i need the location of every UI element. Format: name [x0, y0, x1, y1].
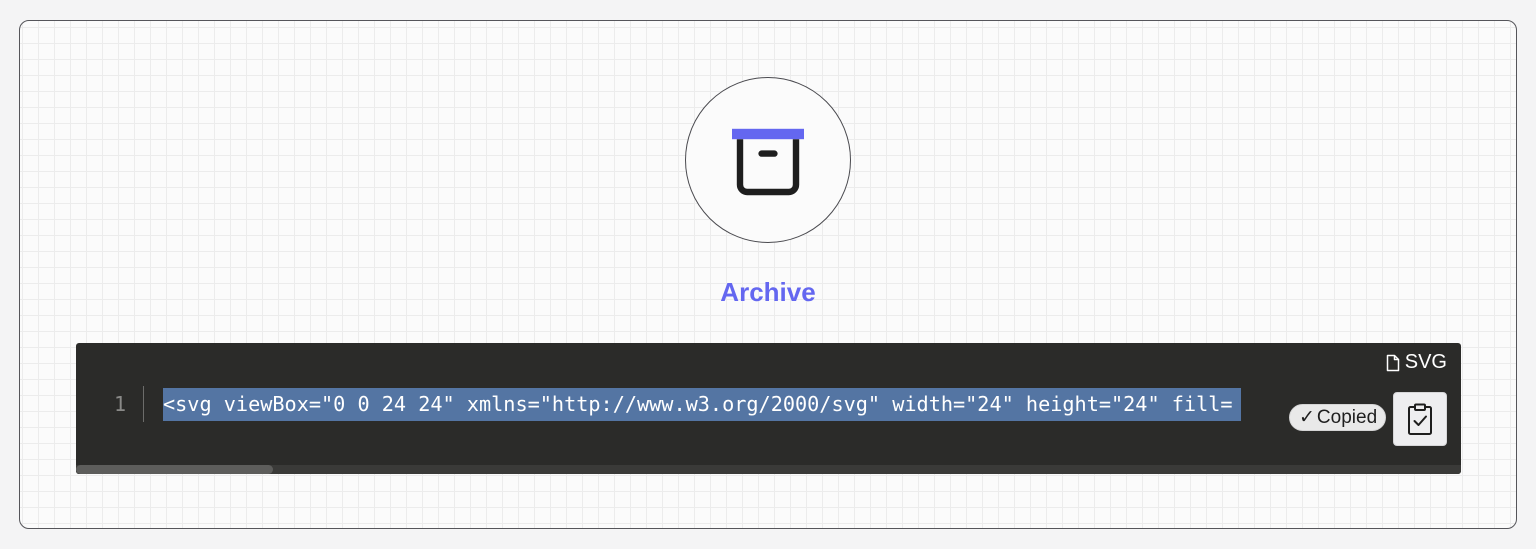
- language-label-text: SVG: [1404, 351, 1447, 373]
- clipboard-check-icon: [1408, 403, 1432, 435]
- archive-icon: [732, 128, 804, 196]
- icon-preview-card: Archive SVG 1 <svg viewBox="0 0 24 24" x…: [19, 20, 1517, 529]
- copy-code-button[interactable]: [1393, 392, 1447, 446]
- language-label: SVG: [1385, 351, 1447, 374]
- checkmark-icon: ✓: [1299, 407, 1315, 428]
- scrollbar-thumb[interactable]: [76, 465, 273, 474]
- copied-status-badge: ✓ Copied: [1289, 404, 1387, 431]
- code-block[interactable]: SVG 1 <svg viewBox="0 0 24 24" xmlns="ht…: [76, 343, 1461, 474]
- line-number: 1: [113, 392, 126, 416]
- file-icon: [1386, 354, 1399, 371]
- icon-preview-circle: [685, 77, 851, 243]
- copied-status-label: Copied: [1316, 406, 1378, 428]
- code-line-selected[interactable]: <svg viewBox="0 0 24 24" xmlns="http://w…: [163, 388, 1241, 421]
- gutter-divider: [143, 386, 144, 422]
- horizontal-scrollbar[interactable]: [76, 465, 1461, 474]
- icon-name-title: Archive: [720, 277, 816, 307]
